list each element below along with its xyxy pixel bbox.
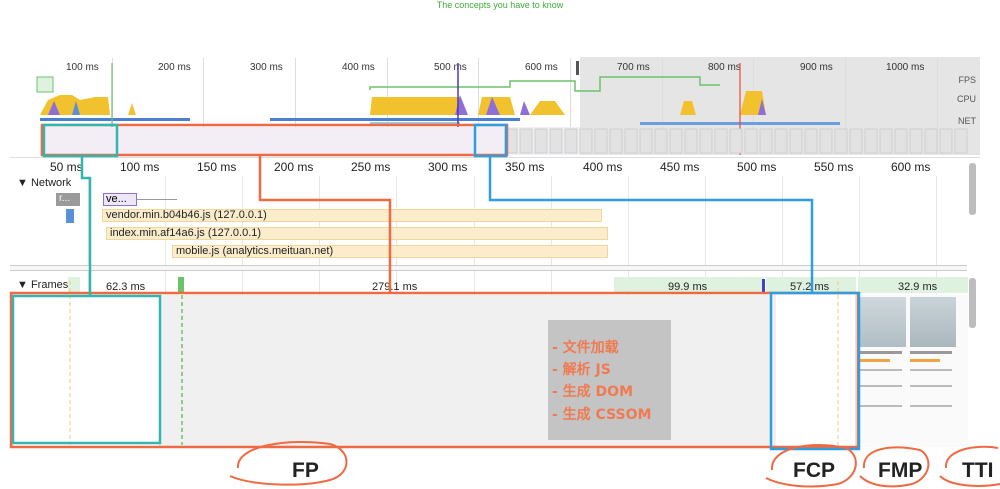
metric-label-fcp: FCP [793,459,835,482]
metric-label-tti: TTI [962,459,994,482]
metric-label-fmp: FMP [878,459,923,482]
metric-label-fp: FP [292,459,319,482]
annotation-overlay [9,123,1000,488]
